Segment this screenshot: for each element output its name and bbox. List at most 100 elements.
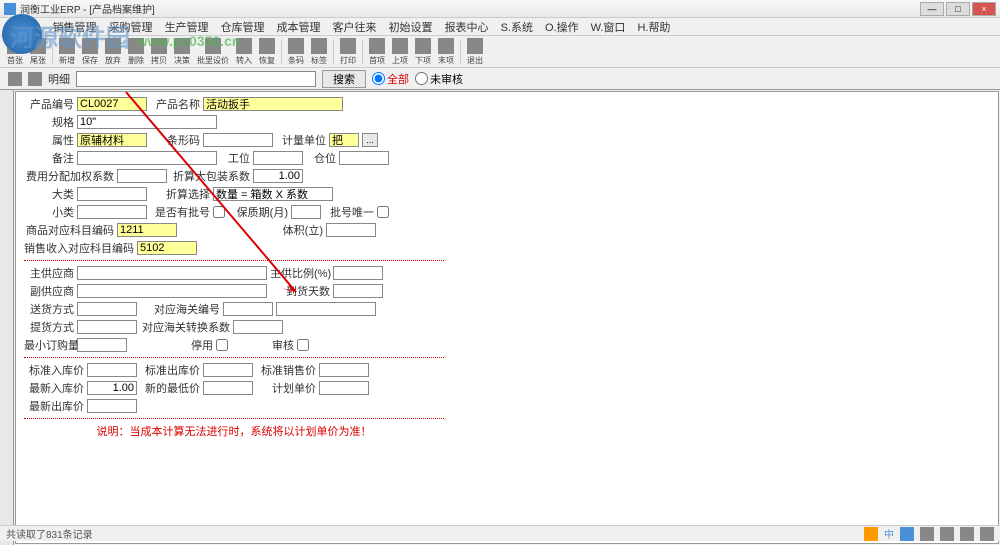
tray-icon-1[interactable] [900,527,914,541]
window-title: 润衡工业ERP - [产品档案维护] [20,1,920,16]
inp-method[interactable] [213,187,333,201]
tool-save[interactable]: 保存 [79,38,101,66]
list-icon[interactable] [8,72,22,86]
inp-min-order[interactable] [77,338,127,352]
tool-delete[interactable]: 删除 [125,38,147,66]
inp-pack-coef[interactable] [253,169,303,183]
inp-sub-supplier[interactable] [77,284,267,298]
tray-icon-5[interactable] [980,527,994,541]
chk-disable[interactable] [216,339,228,351]
radio-unaudit[interactable] [415,72,428,85]
tool-label[interactable]: 标签 [308,38,330,66]
inp-latest-out[interactable] [87,399,137,413]
menu-warehouse[interactable]: 仓库管理 [215,19,271,35]
inp-warranty[interactable] [291,205,321,219]
inp-main-ratio[interactable] [333,266,383,280]
tool-decide[interactable]: 决策 [171,38,193,66]
menu-operate[interactable]: O.操作 [539,19,585,35]
tool-last-item[interactable]: 末项 [435,38,457,66]
tool-exit[interactable]: 退出 [464,38,486,66]
inp-std-in[interactable] [87,363,137,377]
tool-import[interactable]: 转入 [233,38,255,66]
inp-product-name[interactable] [203,97,343,111]
detail-icon[interactable] [28,72,42,86]
tool-print[interactable]: 打印 [337,38,359,66]
radio-all[interactable] [372,72,385,85]
menu-sales[interactable]: 销售管理 [47,19,103,35]
inp-cat1[interactable] [77,187,147,201]
chk-batch-unique[interactable] [377,206,389,218]
app-icon [4,3,16,15]
inp-std-out[interactable] [203,363,253,377]
inp-volume[interactable] [326,223,376,237]
tool-batchprice[interactable]: 批里设价 [194,38,232,66]
tool-next-item[interactable]: 下项 [412,38,434,66]
tool-first-item[interactable]: 首项 [366,38,388,66]
btn-unit-pick[interactable]: ... [362,133,378,147]
inp-customs[interactable] [223,302,273,316]
inp-cat2[interactable] [77,205,147,219]
inp-new-low[interactable] [203,381,253,395]
tray-icon-2[interactable] [920,527,934,541]
lbl-warranty: 保质期(月) [228,204,288,220]
menu-help[interactable]: H.帮助 [631,19,676,35]
maximize-button[interactable]: □ [946,2,970,16]
menu-report[interactable]: 报表中心 [439,19,495,35]
inp-sales-subj[interactable] [137,241,197,255]
inp-std-sell[interactable] [319,363,369,377]
menu-init[interactable]: 初始设置 [383,19,439,35]
inp-attr[interactable] [77,133,147,147]
tool-copy[interactable]: 拷贝 [148,38,170,66]
inp-bin[interactable] [339,151,389,165]
inp-cost-coef[interactable] [117,169,167,183]
tool-new[interactable]: 新增 [56,38,78,66]
lbl-std-out: 标准出库价 [140,362,200,378]
lbl-arrive-days: 到货天数 [270,283,330,299]
minimize-button[interactable]: — [920,2,944,16]
titlebar: 润衡工业ERP - [产品档案维护] — □ × [0,0,1000,18]
inp-note[interactable] [77,151,217,165]
tray-ime-icon[interactable] [864,527,878,541]
inp-customs-coef[interactable] [233,320,283,334]
tool-cancel[interactable]: 放弃 [102,38,124,66]
menu-system[interactable]: S.系统 [495,19,539,35]
tool-first[interactable]: 首张 [4,38,26,66]
tool-barcode[interactable]: 条码 [285,38,307,66]
lbl-barcode: 条形码 [150,132,200,148]
inp-inv-subj[interactable] [117,223,177,237]
lbl-sales-subj: 销售收入对应科目编码 [24,240,134,256]
inp-purchase[interactable] [77,320,137,334]
chk-audit[interactable] [297,339,309,351]
search-label: 明细 [48,71,70,87]
menu-customer[interactable]: 客户往来 [327,19,383,35]
tray-icon-4[interactable] [960,527,974,541]
inp-plan-price[interactable] [319,381,369,395]
inp-main-supplier[interactable] [77,266,267,280]
tray-icon-3[interactable] [940,527,954,541]
lbl-cat2: 小类 [24,204,74,220]
inp-latest-in[interactable] [87,381,137,395]
inp-spec[interactable] [77,115,217,129]
menu-cost[interactable]: 成本管理 [271,19,327,35]
chk-batch[interactable] [213,206,225,218]
inp-deliver[interactable] [77,302,137,316]
menu-purchase[interactable]: 采购管理 [103,19,159,35]
tool-restore[interactable]: 恢复 [256,38,278,66]
search-button[interactable]: 搜索 [322,70,366,88]
inp-barcode[interactable] [203,133,273,147]
menu-production[interactable]: 生产管理 [159,19,215,35]
search-input[interactable] [76,71,316,87]
inp-customs-desc[interactable] [276,302,376,316]
close-button[interactable]: × [972,2,996,16]
inp-product-code[interactable] [77,97,147,111]
form-area: 产品编号 产品名称 规格 属性 条形码 计量单位 ... 备注 工位 仓位 [15,91,999,544]
menu-window[interactable]: W.窗口 [585,19,632,35]
inp-arrive-days[interactable] [333,284,383,298]
lbl-sub-supplier: 副供应商 [24,283,74,299]
inp-process[interactable] [253,151,303,165]
tool-last[interactable]: 尾张 [27,38,49,66]
inp-unit[interactable] [329,133,359,147]
tool-prev-item[interactable]: 上项 [389,38,411,66]
menu-file[interactable]: F.文件 [4,19,47,35]
lbl-customs-coef: 对应海关转换系数 [140,319,230,335]
